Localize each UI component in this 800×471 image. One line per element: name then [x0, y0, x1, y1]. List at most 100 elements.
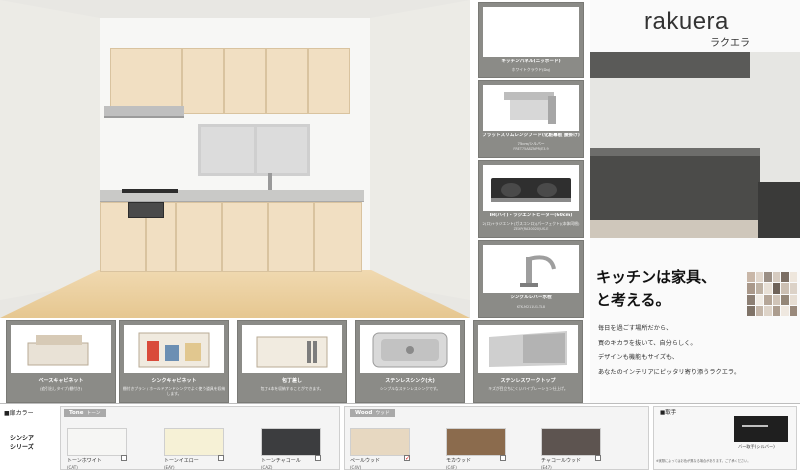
color-swatch-chip [764, 294, 772, 305]
cooktop[interactable] [122, 189, 178, 193]
feature-label: シングルレバー水栓 [510, 295, 552, 300]
handle-swatch-bar-silver[interactable] [734, 416, 788, 442]
color-code: (C4F) [446, 465, 457, 470]
sink-cabinet-image [124, 325, 224, 373]
color-name: トーンチャコール [261, 458, 301, 464]
base-cabinet[interactable] [268, 202, 314, 272]
color-swatch-tone-white[interactable] [67, 428, 127, 456]
color-name: ペールウッド [350, 458, 381, 464]
base-cabinet[interactable] [314, 202, 362, 272]
feature-label: キッチンパネル(ニッポード) [501, 59, 561, 64]
card-sink-cabinet[interactable]: シンクキャビネット 棚付きプラン / ホールドアンドシンクでよく使う道具を収納し… [119, 320, 229, 403]
color-name: モカウッド [446, 458, 472, 464]
upper-cabinet[interactable] [266, 48, 308, 114]
card-label: ステンレスシンク(大) [385, 378, 435, 384]
handle-name: バー取手(シルバー) [738, 444, 775, 449]
faucet[interactable] [268, 173, 272, 190]
color-swatch-chip [764, 283, 772, 294]
color-swatch-chip [789, 283, 797, 294]
color-checkbox[interactable] [500, 455, 506, 461]
feature-card-faucet[interactable]: シングルレバー水栓 KTK-M211U1-TL8 [478, 240, 584, 318]
feature-card-ih-heater[interactable]: IH(ハイ)・ラジエントヒーター(60cm) 2(ロ)+ラジエント(ガスコンロ)… [478, 160, 584, 238]
color-name: トーンホワイト [67, 458, 102, 464]
base-cabinet[interactable] [176, 202, 222, 272]
color-code: (E47) [541, 465, 552, 470]
drawer-icon [27, 335, 89, 366]
oven[interactable] [128, 202, 164, 218]
color-code: (CAT) [67, 465, 78, 470]
color-swatch-chip [755, 305, 763, 316]
card-sub: シンプルなステンレスシンクです。 [379, 386, 441, 391]
card-stainless-worktop[interactable]: ステンレスワークトップ キズが目立ちにくいバイブレーション仕上げ。 [473, 320, 583, 403]
tone-tag: Tone トーン [64, 409, 106, 417]
color-swatch-chip [781, 283, 789, 294]
card-label: 包丁差し [281, 378, 302, 384]
handle-heading: ■取手 [660, 410, 677, 416]
cabinet-icon [138, 332, 210, 368]
color-code: (C4V) [350, 465, 362, 470]
color-swatch-chip [755, 283, 763, 294]
color-swatch-chip [764, 305, 772, 316]
color-swatch-charcoal-wood[interactable] [541, 428, 601, 456]
kitchen-window [198, 124, 310, 176]
color-swatch-tone-yellow[interactable] [164, 428, 224, 456]
cooktop-icon [491, 178, 571, 202]
color-swatch-chip [747, 294, 755, 305]
feature-sub: 75cm/シルバー [517, 141, 545, 146]
upper-cabinet[interactable] [224, 48, 266, 114]
card-sub: 包丁4本を収納することができます。 [260, 386, 324, 391]
knife-icon [256, 336, 328, 368]
color-swatch-pale-wood[interactable] [350, 428, 410, 456]
brand-logo: rakuera [644, 8, 729, 35]
upper-cabinet[interactable] [182, 48, 224, 114]
worktop-icon [489, 331, 567, 367]
feature-sub: 2(ロ)+ラジエント(ガスコンロ)(パーフェクト)(本体同梱) [482, 221, 580, 226]
color-swatch-chip [781, 294, 789, 305]
kitchen-panel-image [483, 7, 579, 57]
color-checkbox-selected[interactable]: ✓ [404, 455, 410, 462]
color-swatch-chip [789, 305, 797, 316]
range-hood-image [483, 85, 579, 131]
color-swatch-mocha-wood[interactable] [446, 428, 506, 456]
card-label: ベースキャビネット [38, 378, 84, 384]
feature-card-range-hood[interactable]: フラットスリムレンジフード(化粧幕板 腰掛け) 75cm/シルバー FRET75… [478, 80, 584, 158]
color-checkbox[interactable] [595, 455, 601, 461]
upper-cabinet[interactable] [308, 48, 350, 114]
card-stainless-sink[interactable]: ステンレスシンク(大) シンプルなステンレスシンクです。 [355, 320, 465, 403]
handle-note: ※実際によってはお色が異なる場合があります。ご了承ください。 [656, 459, 751, 463]
range-hood[interactable] [104, 106, 184, 118]
range-hood-icon [504, 92, 556, 124]
card-base-cabinet[interactable]: ベースキャビネット (追引出しタイプ(棚付き) [6, 320, 116, 403]
feature-code: ZEXP(RA30020)US-E [513, 227, 549, 231]
color-swatch-tone-charcoal[interactable] [261, 428, 321, 456]
brand-logo-kana: ラクエラ [710, 38, 750, 49]
color-checkbox[interactable] [218, 455, 224, 461]
color-swatch-chip [789, 272, 797, 283]
color-checkbox[interactable] [315, 455, 321, 461]
upper-cabinet[interactable] [110, 48, 182, 114]
card-label: ステンレスワークトップ [500, 378, 556, 384]
card-sub: (追引出しタイプ(棚付き) [39, 386, 83, 391]
feature-label: IH(ハイ)・ラジエントヒーター(60cm) [489, 213, 573, 218]
door-color-heading: ■扉カラー [4, 410, 34, 417]
color-code: (EAY) [164, 465, 175, 470]
brand-tagline: キッチンは家具、 と考える。 [596, 266, 716, 312]
color-checkbox[interactable] [121, 455, 127, 461]
faucet-image [483, 245, 579, 293]
body-line: 毎日を過ごす場所だから、 [598, 325, 673, 332]
color-swatch-chip [789, 294, 797, 305]
worktop-image [478, 325, 578, 373]
tagline-line-2: と考える。 [596, 291, 671, 309]
card-knife-rack[interactable]: 包丁差し 包丁4本を収納することができます。 [237, 320, 347, 403]
brand-body-text: 毎日を過ごす場所だから、 買のキカラを抜いて、自分らしく。 デザインも機能もサイ… [598, 322, 788, 380]
color-swatch-chip [772, 294, 780, 305]
brand-photo [590, 52, 800, 238]
series-name: シンシア シリーズ [10, 435, 35, 451]
feature-card-kitchen-panel[interactable]: キッチンパネル(ニッポード) ホワイトクラウド(Dq) [478, 2, 584, 78]
color-swatch-chip [772, 305, 780, 316]
feature-code: FRET75A8ZNPR/E3.9 [513, 147, 549, 151]
color-name: トーンイエロー [164, 458, 199, 464]
knife-rack-image [242, 325, 342, 373]
sink-cabinet[interactable] [222, 202, 268, 272]
ih-heater-image [483, 165, 579, 211]
